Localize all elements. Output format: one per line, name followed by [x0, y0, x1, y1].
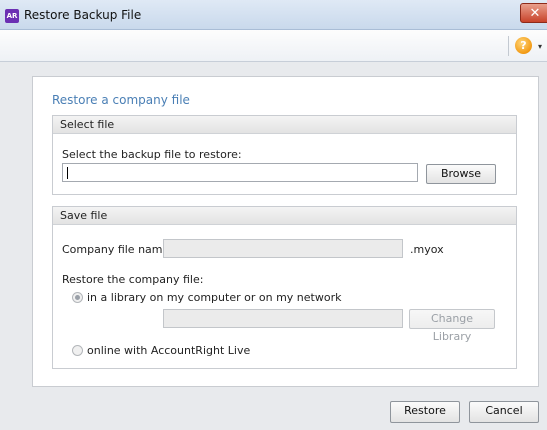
company-file-name-label: Company file name: [62, 243, 173, 256]
online-radio[interactable] [72, 345, 83, 356]
panel-title: Restore a company file [52, 93, 190, 107]
library-path-input[interactable] [163, 309, 403, 328]
backup-file-path-input[interactable] [62, 163, 418, 182]
save-file-header: Save file [53, 207, 516, 225]
toolbar: ? ▾ [0, 30, 547, 62]
backup-file-prompt: Select the backup file to restore: [62, 148, 242, 161]
chevron-down-icon[interactable]: ▾ [538, 42, 542, 51]
close-button[interactable]: ✕ [520, 3, 547, 23]
browse-button[interactable]: Browse [426, 164, 496, 184]
help-icon[interactable]: ? [515, 37, 532, 54]
company-file-name-input[interactable] [163, 239, 403, 258]
online-option-label[interactable]: online with AccountRight Live [87, 344, 250, 357]
restore-button[interactable]: Restore [390, 401, 460, 423]
change-library-button[interactable]: Change Library [409, 309, 495, 343]
restore-location-label: Restore the company file: [62, 273, 204, 286]
cancel-button[interactable]: Cancel [469, 401, 539, 423]
library-radio[interactable] [72, 292, 83, 303]
text-caret [67, 167, 68, 179]
file-extension-label: .myox [410, 243, 444, 256]
library-option-label[interactable]: in a library on my computer or on my net… [87, 291, 341, 304]
toolbar-separator [508, 36, 509, 56]
window-title: Restore Backup File [24, 8, 142, 22]
select-file-header: Select file [53, 116, 516, 134]
title-bar[interactable]: AR Restore Backup File ✕ [0, 0, 547, 30]
app-icon: AR [5, 9, 19, 23]
